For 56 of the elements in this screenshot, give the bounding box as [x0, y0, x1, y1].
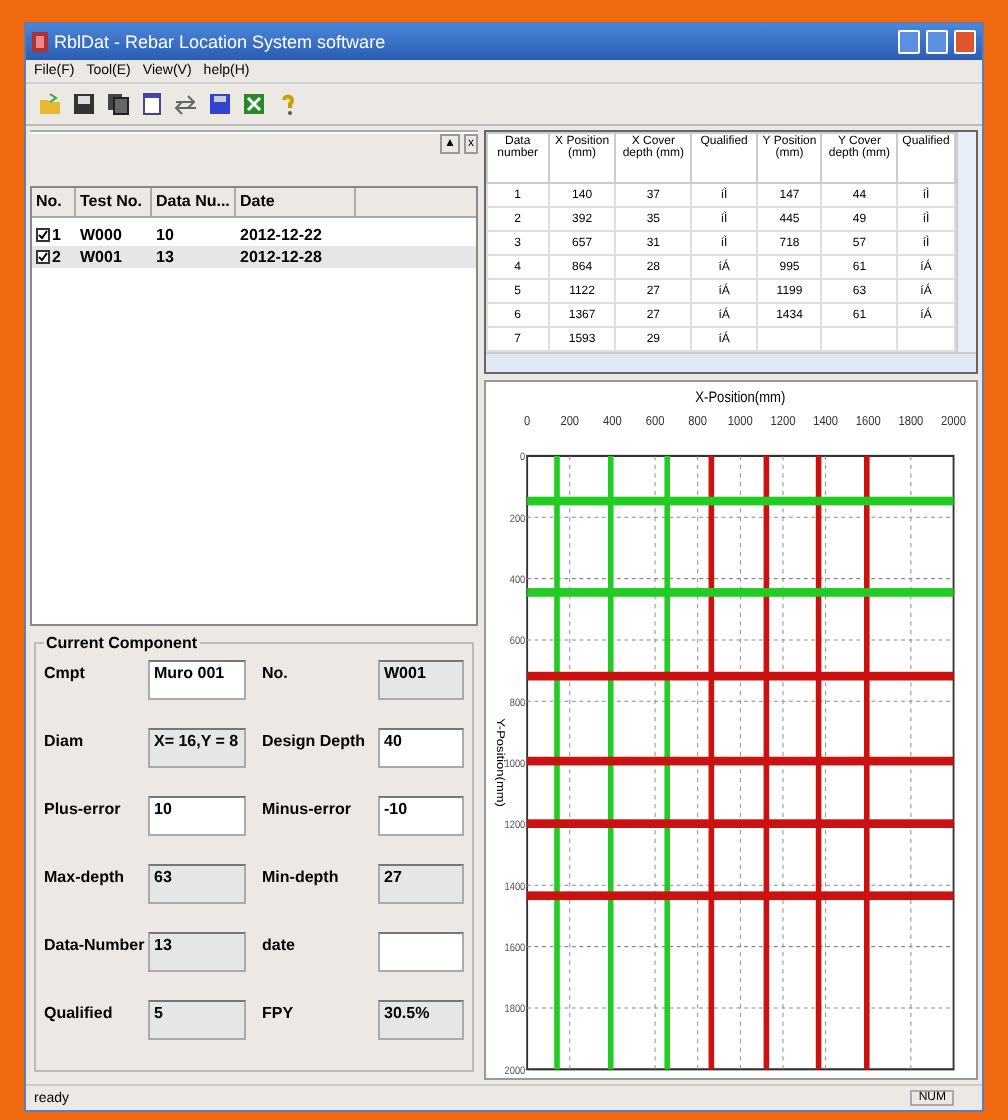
- input-field[interactable]: [378, 932, 464, 972]
- input-field[interactable]: 10: [148, 796, 246, 836]
- data-count: 10: [154, 226, 176, 244]
- horizontal-scrollbar[interactable]: [486, 352, 976, 372]
- document-icon[interactable]: [140, 92, 164, 116]
- open-folder-icon[interactable]: [38, 92, 62, 116]
- test-number: W000: [78, 226, 124, 244]
- field-label: date: [262, 934, 295, 956]
- window-title: RblDat - Rebar Location System software: [54, 32, 388, 52]
- field-label: Qualified: [44, 1002, 113, 1024]
- field-label: Cmpt: [44, 662, 85, 684]
- field-label: Diam: [44, 730, 84, 752]
- group-title: Current Component: [44, 634, 200, 652]
- test-date: 2012-12-28: [238, 248, 324, 266]
- column-header[interactable]: Date: [236, 188, 356, 216]
- copy-icon[interactable]: [106, 92, 130, 116]
- vertical-scrollbar[interactable]: [956, 132, 976, 352]
- app-icon: [32, 32, 48, 52]
- input-field[interactable]: 30.5%: [378, 1000, 464, 1040]
- close-button[interactable]: [954, 30, 976, 54]
- field-label: Min-depth: [262, 866, 339, 888]
- input-field[interactable]: 63: [148, 864, 246, 904]
- help-icon[interactable]: [276, 92, 300, 116]
- input-field[interactable]: 5: [148, 1000, 246, 1040]
- checkbox[interactable]: [36, 228, 50, 242]
- field-label: Minus-error: [262, 798, 351, 820]
- maximize-button[interactable]: [926, 30, 948, 54]
- column-header[interactable]: No.: [32, 188, 76, 216]
- field-label: Max-depth: [44, 866, 124, 888]
- input-field[interactable]: Muro 001: [148, 660, 246, 700]
- field-label: No.: [262, 662, 288, 684]
- input-field[interactable]: X= 16,Y = 8: [148, 728, 246, 768]
- input-field[interactable]: 40: [378, 728, 464, 768]
- input-field[interactable]: W001: [378, 660, 464, 700]
- field-label: Design Depth: [262, 730, 366, 752]
- field-label: FPY: [262, 1002, 294, 1024]
- save-icon[interactable]: [72, 92, 96, 116]
- spreadsheet-icon[interactable]: [242, 92, 266, 116]
- test-row[interactable]: 2 W001 13 2012-12-28: [32, 246, 476, 268]
- field-label: Data-Number: [44, 934, 145, 956]
- data-count: 13: [154, 248, 176, 266]
- minimize-button[interactable]: [898, 30, 920, 54]
- arrows-icon[interactable]: [174, 92, 198, 116]
- test-number: W001: [78, 248, 124, 266]
- checkbox[interactable]: [36, 250, 50, 264]
- test-row[interactable]: 1 W000 10 2012-12-22: [32, 224, 476, 246]
- column-header[interactable]: Test No.: [76, 188, 152, 216]
- row-number: 1: [52, 226, 61, 244]
- input-field[interactable]: 27: [378, 864, 464, 904]
- test-date: 2012-12-22: [238, 226, 324, 244]
- x-axis-title: X-Position(mm): [695, 388, 786, 406]
- input-field[interactable]: -10: [378, 796, 464, 836]
- field-label: Plus-error: [44, 798, 121, 820]
- input-field[interactable]: 13: [148, 932, 246, 972]
- column-header[interactable]: Data Nu...: [152, 188, 236, 216]
- row-number: 2: [52, 248, 61, 266]
